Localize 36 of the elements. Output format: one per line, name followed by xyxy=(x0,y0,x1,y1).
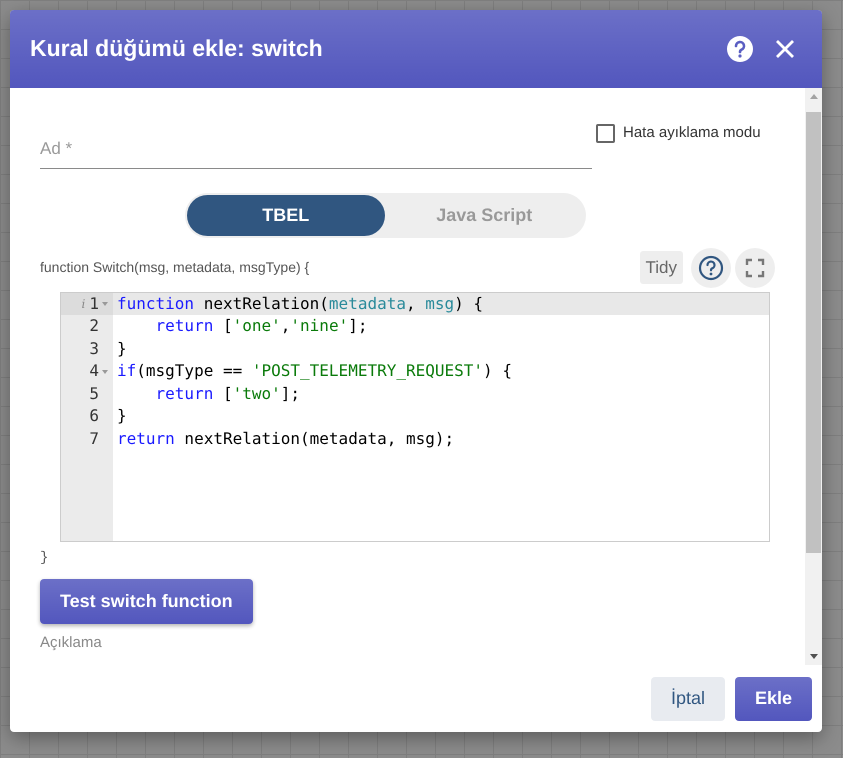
fullscreen-icon xyxy=(745,258,765,278)
line-number: 3 xyxy=(89,338,99,360)
code-editor[interactable]: i 1 2 3 4 5 6 7 function nextRelation(metadata, msg) { return ['one','nine']; } if(msgType == 'POST_TELEMETRY_REQUEST') { return ['two']; } return nextRelation(metadata, msg); xyxy=(60,292,770,542)
closing-brace: } xyxy=(40,548,50,568)
tidy-button[interactable]: Tidy xyxy=(640,250,683,284)
code-line: return nextRelation(metadata, msg); xyxy=(116,428,456,450)
line-number: 4 xyxy=(89,360,99,382)
scrollbar-thumb[interactable] xyxy=(806,112,821,553)
line-number: 6 xyxy=(89,405,99,428)
code-line: return ['one','nine']; xyxy=(154,315,368,338)
dialog-title: Kural düğümü ekle: switch xyxy=(30,35,324,63)
help-icon xyxy=(726,35,754,63)
line-number: 1 xyxy=(89,292,99,314)
line-number: 2 xyxy=(89,315,99,338)
close-icon xyxy=(774,38,796,60)
language-tab[interactable]: TBEL xyxy=(186,194,385,236)
function-signature: function Switch(msg, metadata, msgType) { xyxy=(40,258,310,277)
fullscreen-button[interactable] xyxy=(735,248,775,288)
add-button[interactable]: Ekle xyxy=(734,676,812,720)
checkbox-label: Hata ayıklama modu xyxy=(623,123,761,143)
scroll-down-icon[interactable] xyxy=(808,653,818,661)
info-marker: i xyxy=(82,296,86,312)
debug-checkbox[interactable] xyxy=(596,124,615,143)
cancel-button[interactable]: İptal xyxy=(650,676,725,720)
description-label: Açıklama xyxy=(40,632,103,652)
fold-icon[interactable] xyxy=(101,368,109,375)
code-line: return ['two']; xyxy=(154,382,302,405)
line-number: 7 xyxy=(89,428,99,450)
code-line: } xyxy=(116,338,128,360)
test-function-button[interactable]: Test switch function xyxy=(40,578,253,624)
help-icon xyxy=(698,254,724,280)
help-button[interactable] xyxy=(691,248,731,288)
scrollbar[interactable] xyxy=(805,88,822,665)
code-line: if(msgType == 'POST_TELEMETRY_REQUEST') { xyxy=(116,360,513,382)
line-number: 5 xyxy=(89,382,99,405)
code-line: } xyxy=(116,405,128,428)
